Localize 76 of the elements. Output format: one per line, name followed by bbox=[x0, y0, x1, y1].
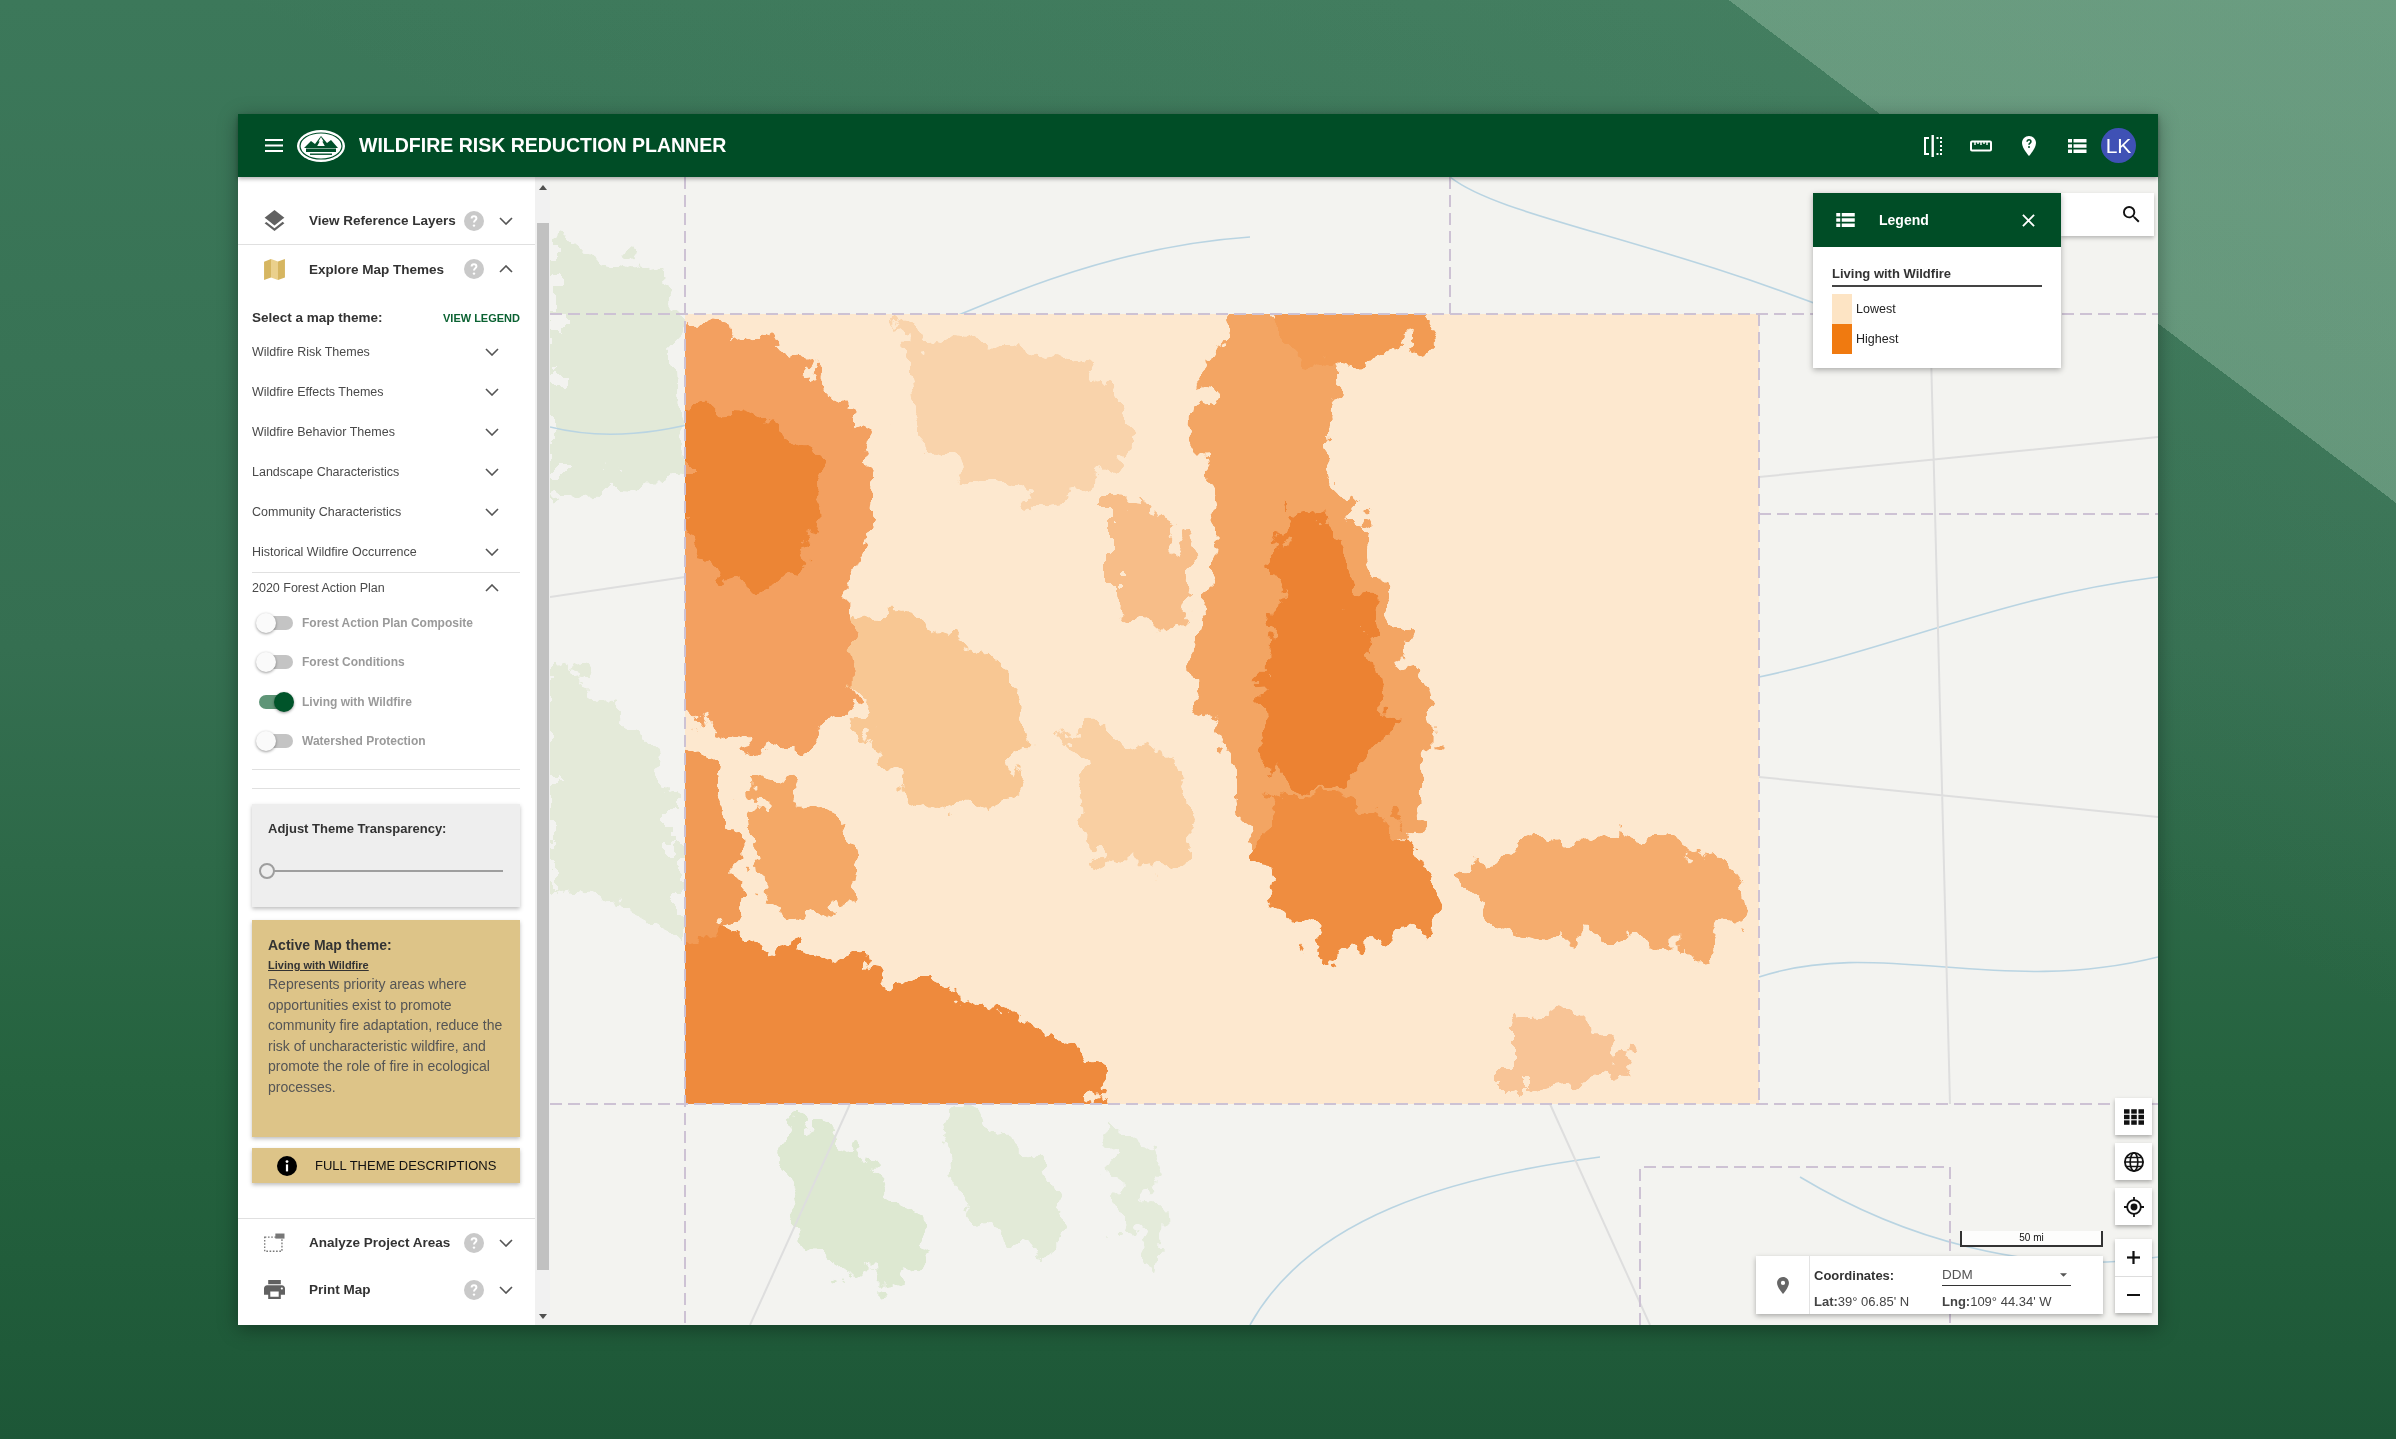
legend-layer-title: Living with Wildfire bbox=[1832, 263, 2042, 287]
format-dropdown[interactable]: DDM bbox=[1942, 1264, 2071, 1286]
user-avatar[interactable]: LK bbox=[2101, 128, 2136, 163]
section-title[interactable]: View Reference Layers bbox=[309, 213, 456, 228]
close-icon[interactable] bbox=[2022, 213, 2035, 227]
theme-group-label[interactable]: Historical Wildfire Occurrence bbox=[252, 545, 417, 559]
scroll-down-icon[interactable] bbox=[538, 1314, 547, 1319]
section-title[interactable]: Explore Map Themes bbox=[309, 261, 445, 277]
toggle-label: Forest Conditions bbox=[302, 655, 405, 670]
chevron-icon[interactable] bbox=[499, 265, 513, 273]
search-field[interactable] bbox=[2061, 193, 2154, 236]
coordinates-label: Coordinates: bbox=[1814, 1267, 1896, 1283]
full-descriptions-button[interactable]: FULL THEME DESCRIPTIONS bbox=[252, 1148, 520, 1183]
transparency-slider[interactable] bbox=[259, 863, 505, 879]
globe-icon bbox=[2123, 1151, 2144, 1172]
longitude-text: Lng:109° 44.34' W bbox=[1942, 1293, 2053, 1309]
pin-icon bbox=[1776, 1276, 1789, 1294]
theme-group-label[interactable]: Wildfire Behavior Themes bbox=[252, 425, 395, 439]
prompt-text: Select a map theme: bbox=[252, 310, 383, 325]
search-icon[interactable] bbox=[2123, 206, 2140, 223]
card-heading: Active Map theme: bbox=[268, 936, 393, 955]
logo-icon bbox=[297, 129, 345, 162]
scrollbar[interactable] bbox=[535, 177, 550, 1325]
latitude-text: Lat:39° 06.85' N bbox=[1814, 1293, 1911, 1309]
theme-group-label[interactable]: Landscape Characteristics bbox=[252, 465, 400, 479]
plus-icon bbox=[2127, 1251, 2140, 1264]
chevron-icon[interactable] bbox=[485, 468, 499, 476]
theme-group-label[interactable]: 2020 Forest Action Plan bbox=[252, 581, 385, 595]
chevron-icon[interactable] bbox=[485, 584, 499, 592]
list-icon bbox=[1836, 213, 1855, 227]
minus-icon bbox=[2127, 1293, 2140, 1297]
toggle-label: Watershed Protection bbox=[302, 734, 426, 749]
toggle-label: Living with Wildfire bbox=[302, 694, 412, 709]
scroll-up-icon[interactable] bbox=[538, 185, 547, 190]
legend-label: Highest bbox=[1856, 332, 1899, 346]
caret-icon bbox=[2060, 1272, 2067, 1277]
theme-description: Represents priority areas where opportunities exist to promote community fire adaptation, reduce the risk of uncharacteristic wildfire, and promote the role of fire in ecological processes. bbox=[268, 975, 504, 1097]
split-view-icon[interactable] bbox=[1921, 133, 1945, 158]
scrollbar-thumb[interactable] bbox=[536, 223, 549, 1270]
chevron-icon[interactable] bbox=[485, 348, 499, 356]
app-title: WILDFIRE RISK REDUCTION PLANNER bbox=[359, 134, 727, 157]
slider-thumb[interactable] bbox=[259, 863, 275, 879]
scale-bar: 50 mi bbox=[1960, 1231, 2103, 1247]
theme-group-label[interactable]: Wildfire Risk Themes bbox=[252, 345, 370, 359]
info-icon bbox=[277, 1155, 297, 1176]
target-icon bbox=[2123, 1196, 2144, 1217]
grid-icon bbox=[2123, 1108, 2144, 1125]
legend-label: Lowest bbox=[1856, 302, 1896, 316]
globe-button[interactable] bbox=[2115, 1143, 2152, 1180]
chevron-icon[interactable] bbox=[499, 1238, 513, 1247]
view-legend-link[interactable]: VIEW LEGEND bbox=[443, 311, 520, 324]
chevron-icon[interactable] bbox=[499, 1285, 513, 1294]
chevron-icon[interactable] bbox=[485, 508, 499, 516]
theme-group-label[interactable]: Wildfire Effects Themes bbox=[252, 385, 384, 399]
chevron-icon[interactable] bbox=[485, 548, 499, 556]
legend-title: Legend bbox=[1879, 212, 1930, 228]
chevron-icon[interactable] bbox=[499, 216, 513, 225]
chevron-icon[interactable] bbox=[485, 428, 499, 436]
toggle-switch[interactable] bbox=[256, 731, 294, 752]
grid-view-button[interactable] bbox=[2115, 1098, 2152, 1135]
theme-group-label[interactable]: Community Characteristics bbox=[252, 505, 402, 519]
printer-icon bbox=[264, 1279, 285, 1300]
section-title[interactable]: Analyze Project Areas bbox=[309, 1235, 451, 1250]
zoom-in-button[interactable] bbox=[2115, 1239, 2152, 1276]
map-icon bbox=[264, 258, 285, 280]
toggle-switch[interactable] bbox=[256, 612, 294, 633]
theme-link[interactable]: Living with Wildfire bbox=[268, 959, 369, 971]
card-title: Adjust Theme Transparency: bbox=[268, 820, 448, 838]
toggle-switch[interactable] bbox=[256, 652, 294, 673]
menu-icon[interactable] bbox=[265, 139, 283, 152]
chevron-icon[interactable] bbox=[485, 388, 499, 396]
dotted-selection-icon bbox=[264, 1232, 285, 1253]
toggle-label: Forest Action Plan Composite bbox=[302, 615, 473, 630]
section-title[interactable]: Print Map bbox=[309, 1282, 371, 1297]
layers-icon bbox=[264, 210, 285, 231]
locate-button[interactable] bbox=[2115, 1188, 2152, 1225]
